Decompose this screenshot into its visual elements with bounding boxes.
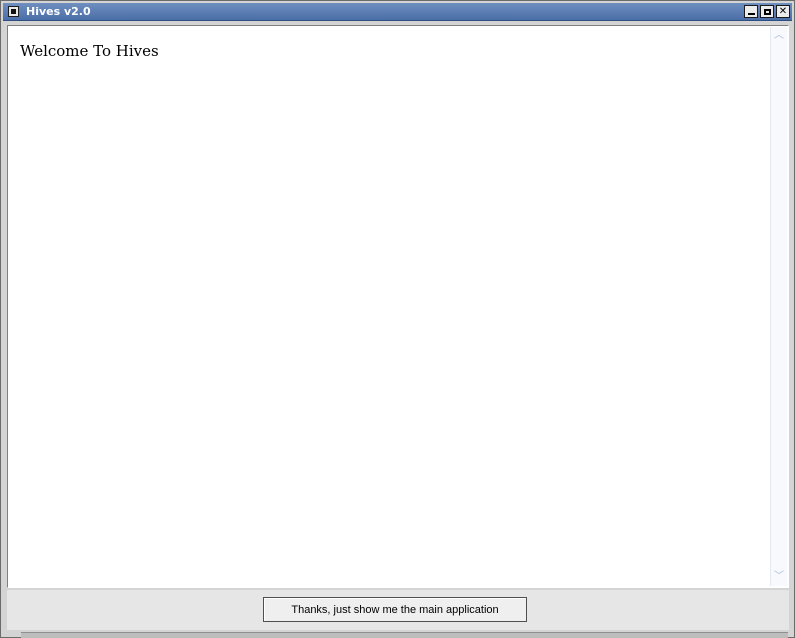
minimize-button[interactable] xyxy=(744,5,758,18)
window-title: Hives v2.0 xyxy=(26,5,91,18)
scroll-up-icon[interactable]: ︿ xyxy=(772,29,786,43)
window-status-strip xyxy=(21,632,788,638)
button-bar: Thanks, just show me the main applicatio… xyxy=(7,590,789,630)
vertical-scrollbar[interactable]: ︿ ﹀ xyxy=(770,27,787,586)
welcome-content-pane: Welcome To Hives ︿ ﹀ xyxy=(7,25,789,588)
show-main-application-button[interactable]: Thanks, just show me the main applicatio… xyxy=(263,597,527,622)
close-button[interactable]: ✕ xyxy=(776,5,790,18)
close-icon: ✕ xyxy=(778,5,788,17)
maximize-icon xyxy=(763,8,771,15)
welcome-heading: Welcome To Hives xyxy=(20,42,159,60)
scroll-down-icon[interactable]: ﹀ xyxy=(772,570,786,584)
minimize-icon xyxy=(747,13,755,15)
title-bar[interactable]: Hives v2.0 ✕ xyxy=(3,3,792,21)
maximize-button[interactable] xyxy=(760,5,774,18)
application-window: Hives v2.0 ✕ Welcome To Hives ︿ ﹀ Thanks… xyxy=(0,0,795,638)
system-menu-icon[interactable] xyxy=(8,6,19,17)
